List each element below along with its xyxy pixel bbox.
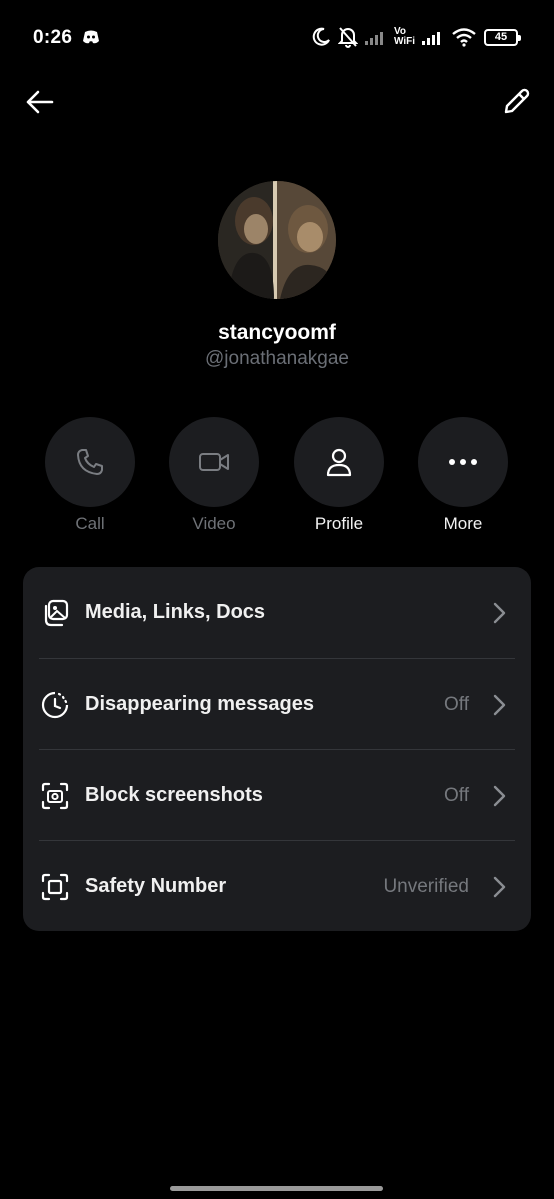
settings-row-label: Disappearing messages [85, 693, 314, 715]
media-gallery-icon [40, 598, 70, 628]
signal-icon-2 [422, 32, 440, 45]
signal-icon [364, 32, 383, 45]
settings-row-label: Block screenshots [85, 784, 263, 806]
chevron-right-icon [493, 694, 506, 715]
chevron-right-icon [493, 602, 506, 623]
back-arrow-icon[interactable] [24, 88, 56, 116]
vowifi-bottom: WiFi [393, 36, 415, 47]
screenshot-camera-icon [40, 781, 70, 811]
chevron-right-icon [493, 876, 506, 897]
home-indicator[interactable] [170, 1186, 383, 1191]
status-icons: Vo WiFi 45 [311, 24, 521, 50]
safety-scan-icon [40, 872, 70, 902]
discord-icon [83, 30, 99, 44]
avatar-image [218, 181, 336, 299]
edit-pencil-icon[interactable] [502, 86, 532, 116]
username-handle: @jonathanakgae [205, 348, 349, 369]
wifi-icon [452, 28, 476, 47]
settings-row-safety-number[interactable]: Safety Number Unverified [23, 841, 531, 932]
video-camera-icon [199, 453, 229, 471]
call-button[interactable]: Call [45, 417, 135, 534]
settings-row-label: Media, Links, Docs [85, 601, 266, 623]
settings-row-value: Off [444, 693, 469, 715]
muted-bell-icon [337, 27, 358, 48]
profile-button-circle[interactable] [294, 417, 384, 507]
profile-button[interactable]: Profile [294, 417, 384, 534]
call-button-circle[interactable] [45, 417, 135, 507]
vowifi-indicator: Vo WiFi [394, 27, 415, 47]
battery-icon: 45 [484, 28, 521, 46]
more-button-circle[interactable] [418, 417, 508, 507]
profile-label: Profile [314, 514, 364, 533]
more-button[interactable]: More [418, 417, 508, 534]
more-dots-icon [449, 459, 477, 465]
settings-row-media[interactable]: Media, Links, Docs [23, 567, 531, 658]
more-label: More [443, 514, 483, 533]
chevron-right-icon [493, 785, 506, 806]
video-label: Video [192, 514, 236, 533]
phone-icon [77, 449, 103, 475]
status-bar: 0:26 Vo WiFi 45 [0, 0, 554, 72]
video-button-circle[interactable] [169, 417, 259, 507]
conversation-settings-card: Media, Links, Docs Disappearing messages… [23, 567, 531, 931]
settings-row-value: Off [444, 784, 469, 806]
status-time: 0:26 [33, 27, 73, 48]
settings-row-label: Safety Number [85, 875, 227, 897]
person-icon [326, 448, 352, 477]
timer-icon [40, 690, 70, 720]
moon-icon [312, 27, 330, 46]
video-button[interactable]: Video [169, 417, 259, 534]
settings-row-disappearing[interactable]: Disappearing messages Off [23, 659, 531, 750]
settings-row-block-screenshots[interactable]: Block screenshots Off [23, 750, 531, 841]
action-buttons: Call Video Profile More [45, 417, 509, 537]
avatar[interactable] [218, 181, 336, 299]
battery-level: 45 [494, 31, 508, 43]
settings-row-value: Unverified [383, 875, 469, 897]
call-label: Call [75, 514, 105, 533]
display-name: stancyoomf [218, 321, 336, 344]
